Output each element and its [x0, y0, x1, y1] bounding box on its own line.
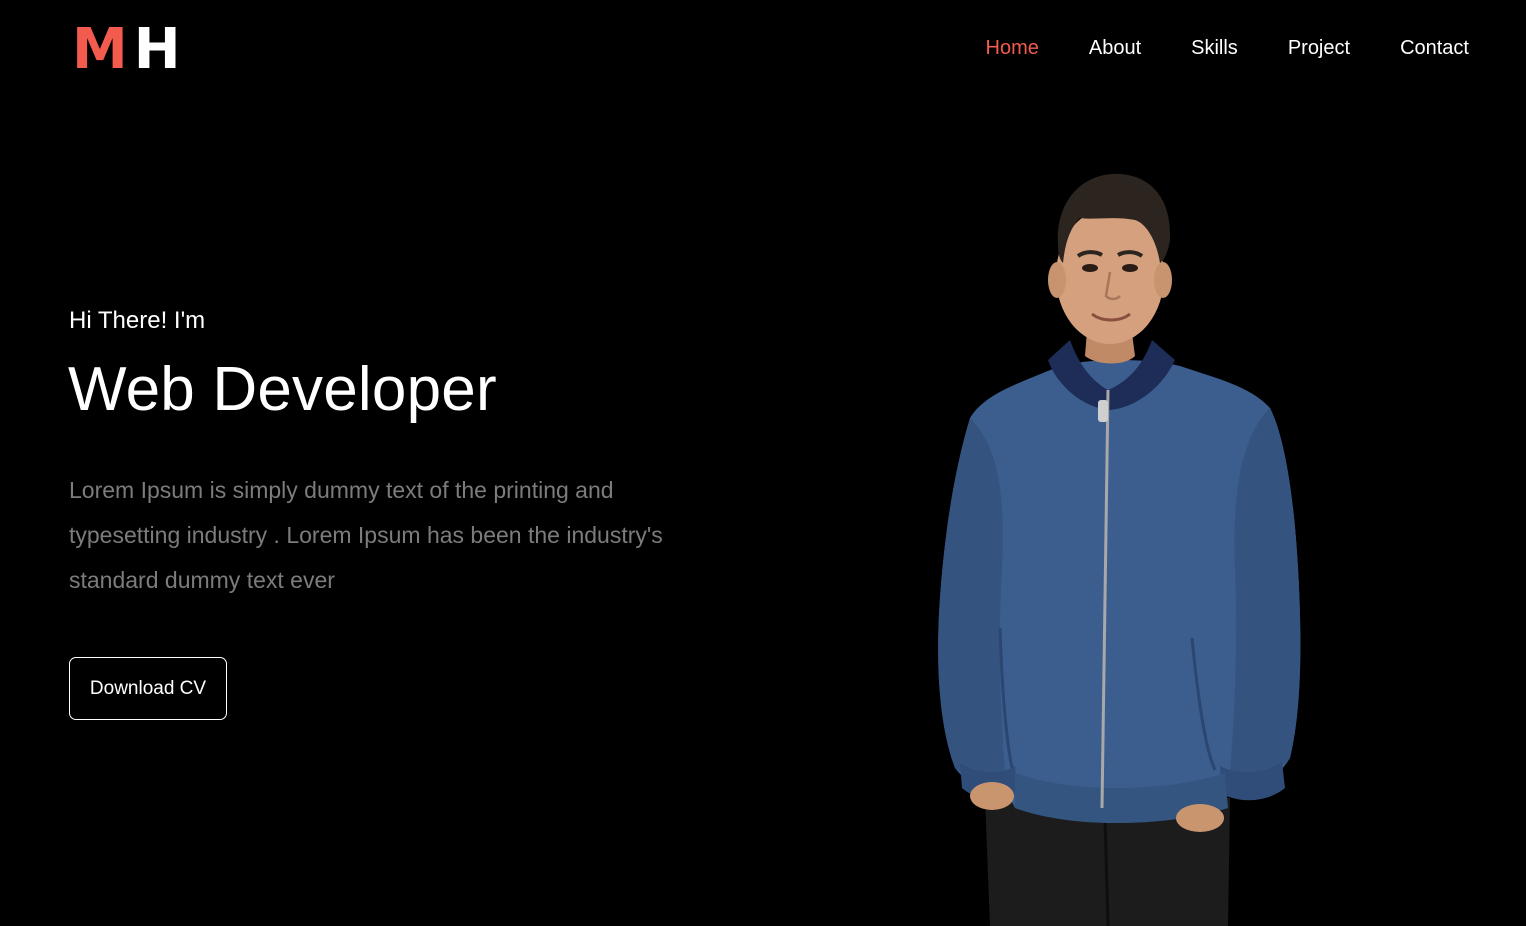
site-logo[interactable]: M H — [72, 17, 187, 82]
profile-portrait — [938, 173, 1301, 926]
nav-about-link[interactable]: About — [1089, 34, 1141, 62]
nav-project-link[interactable]: Project — [1288, 34, 1350, 62]
hero-greeting: Hi There! I'm — [69, 307, 206, 334]
nav-skills-link[interactable]: Skills — [1191, 34, 1238, 62]
nav-home-link[interactable]: Home — [986, 34, 1039, 62]
logo-letter-h: H — [133, 17, 187, 82]
hero-description: Lorem Ipsum is simply dummy text of the … — [69, 477, 663, 593]
hero-role-title: Web Developer — [68, 355, 497, 424]
logo-letter-m: M — [72, 17, 134, 82]
download-cv-button[interactable]: Download CV — [69, 657, 227, 720]
main-nav: Home About Skills Project Contact — [986, 34, 1469, 62]
nav-contact-link[interactable]: Contact — [1400, 34, 1469, 62]
